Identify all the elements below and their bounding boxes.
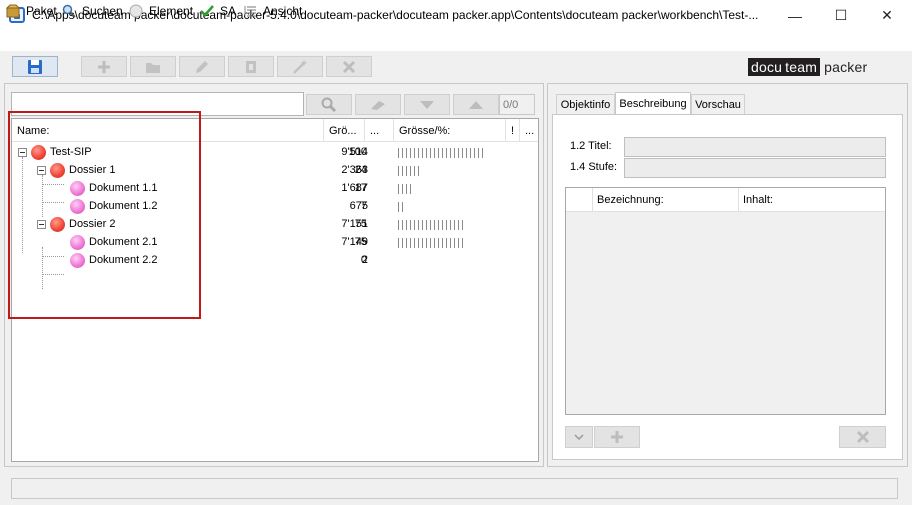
logo-part-team: team xyxy=(782,58,821,76)
menu-bar xyxy=(0,31,912,51)
node-percent: 24 xyxy=(354,164,367,176)
size-bar xyxy=(398,202,404,212)
delete-item-icon xyxy=(246,60,256,73)
node-percent: 75 xyxy=(354,218,367,230)
menu-element[interactable]: Element xyxy=(129,2,193,19)
label-titel: 1.2 Titel: xyxy=(570,140,612,152)
new-folder-button[interactable] xyxy=(130,56,176,77)
menu-sa[interactable]: SA xyxy=(200,2,236,19)
add-icon xyxy=(98,60,110,73)
chevron-down-icon xyxy=(574,434,584,440)
menu-suchen[interactable]: Suchen xyxy=(62,2,123,19)
search-icon xyxy=(321,97,337,112)
save-icon xyxy=(28,59,42,74)
previous-result-button[interactable] xyxy=(453,94,499,115)
menu-ansicht-label: Ansicht xyxy=(263,3,303,18)
checkmark-icon xyxy=(200,4,214,18)
logo-part-docu: docu xyxy=(748,58,786,76)
remove-icon xyxy=(342,60,356,73)
node-percent: 100 xyxy=(348,146,367,158)
menu-suchen-label: Suchen xyxy=(82,3,123,18)
node-percent: 0 xyxy=(360,254,367,266)
clear-search-button[interactable] xyxy=(355,94,401,115)
minimize-button[interactable]: — xyxy=(772,0,818,31)
column-size[interactable]: Grö... xyxy=(324,119,365,142)
next-result-button[interactable] xyxy=(404,94,450,115)
remove-button[interactable] xyxy=(326,56,372,77)
search-result-count: 0/0 xyxy=(499,94,535,115)
column-more[interactable]: ... xyxy=(520,119,538,142)
add-field-button[interactable] xyxy=(594,426,640,448)
size-bar xyxy=(398,220,464,230)
menu-ansicht[interactable]: Ansicht xyxy=(243,2,302,19)
column-bezeichnung[interactable]: Bezeichnung: xyxy=(592,188,738,212)
arrow-down-icon xyxy=(420,100,434,109)
tab-vorschau[interactable]: Vorschau xyxy=(691,94,745,114)
logo-part-packer: packer xyxy=(824,59,868,75)
maximize-button[interactable]: ☐ xyxy=(818,0,864,31)
stufe-field[interactable] xyxy=(624,158,886,178)
description-table[interactable]: Bezeichnung: Inhalt: xyxy=(565,187,886,415)
menu-element-label: Element xyxy=(149,3,194,18)
search-icon xyxy=(62,4,76,18)
column-size-percent[interactable]: Grösse/%: xyxy=(394,119,506,142)
tab-objektinfo[interactable]: Objektinfo xyxy=(556,94,615,114)
size-bar xyxy=(398,238,464,248)
status-bar xyxy=(11,478,898,499)
menu-paket[interactable]: Paket xyxy=(5,2,57,19)
node-percent: 7 xyxy=(360,200,367,212)
close-button[interactable]: ✕ xyxy=(864,0,910,31)
titel-field[interactable] xyxy=(624,137,886,157)
folder-icon xyxy=(146,62,160,73)
search-button[interactable] xyxy=(306,94,352,115)
node-percent: 75 xyxy=(354,236,367,248)
size-bar xyxy=(398,166,419,176)
magic-wand-button[interactable] xyxy=(277,56,323,77)
edit-button[interactable] xyxy=(179,56,225,77)
add-icon xyxy=(611,431,623,443)
view-list-icon xyxy=(243,4,257,18)
column-blank xyxy=(566,188,592,212)
tab-beschreibung[interactable]: Beschreibung xyxy=(615,92,691,115)
size-bar xyxy=(398,148,486,158)
column-inhalt[interactable]: Inhalt: xyxy=(738,188,885,212)
highlight-box xyxy=(8,111,201,319)
menu-sa-label: SA xyxy=(220,3,237,18)
remove-icon xyxy=(856,430,869,444)
magic-wand-icon xyxy=(293,59,307,74)
delete-item-button[interactable] xyxy=(228,56,274,77)
edit-icon xyxy=(196,60,208,73)
remove-field-button[interactable] xyxy=(839,426,886,448)
size-bar xyxy=(398,184,413,194)
add-button[interactable] xyxy=(81,56,127,77)
package-icon xyxy=(5,4,21,18)
label-stufe: 1.4 Stufe: xyxy=(570,161,618,173)
column-warning[interactable]: ! xyxy=(506,119,520,142)
field-dropdown[interactable] xyxy=(565,426,593,448)
menu-paket-label: Paket xyxy=(26,3,57,18)
node-percent: 17 xyxy=(354,182,367,194)
clear-icon xyxy=(371,100,385,110)
column-extra[interactable]: ... xyxy=(365,119,394,142)
save-button[interactable] xyxy=(12,56,58,77)
element-icon xyxy=(129,4,143,18)
docuteam-logo: docu team packer xyxy=(748,58,884,76)
arrow-up-icon xyxy=(469,100,483,109)
description-table-header: Bezeichnung: Inhalt: xyxy=(566,188,885,212)
